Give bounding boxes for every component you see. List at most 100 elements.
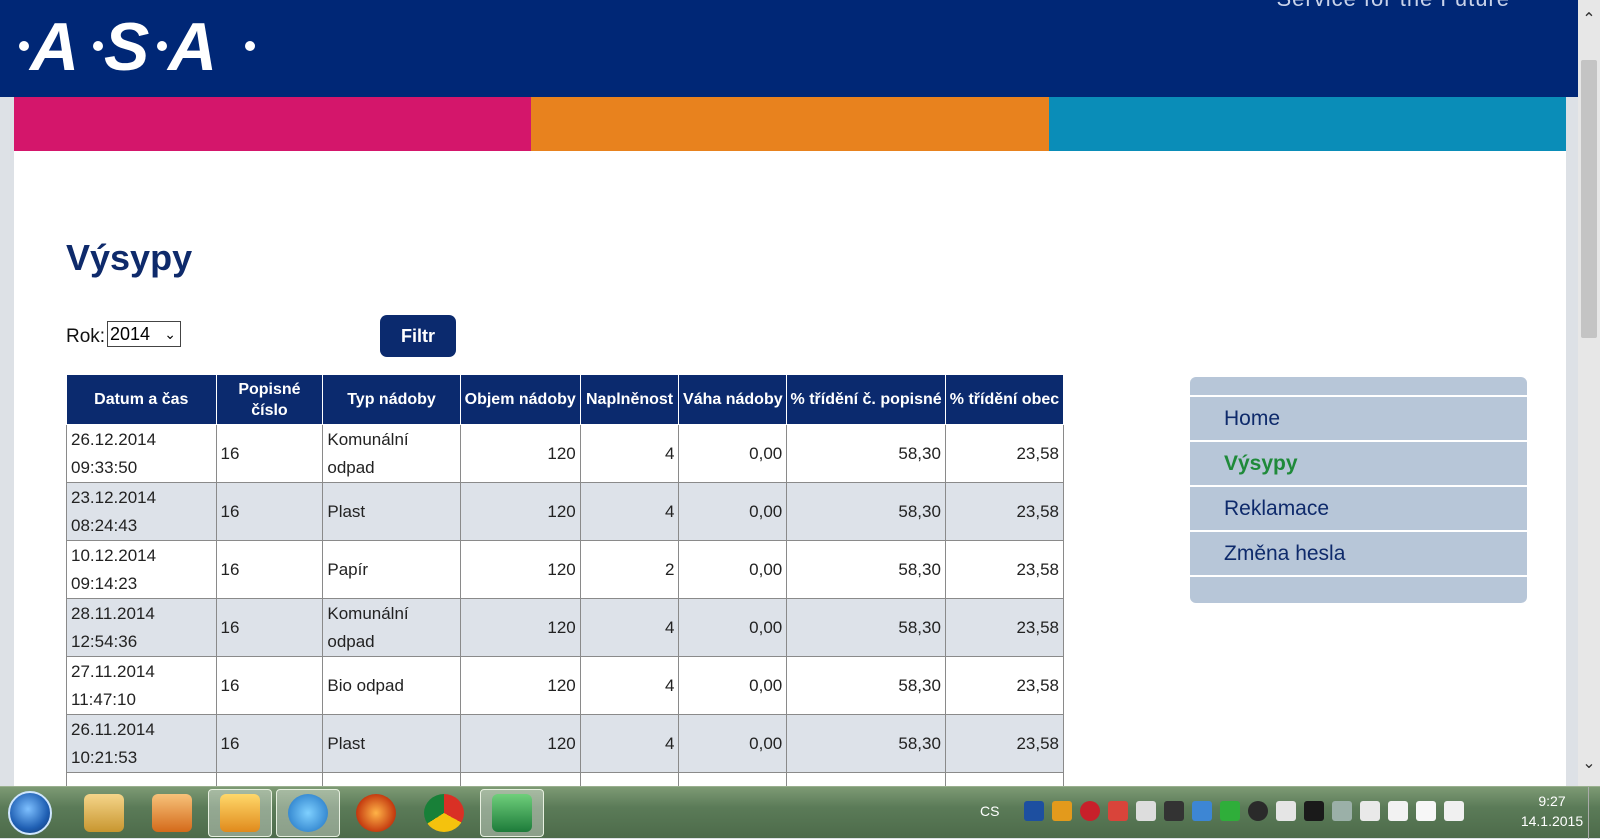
tray-app-icon[interactable] — [1136, 801, 1156, 821]
table-cell: 23,58 — [944, 598, 1065, 657]
svg-text:A: A — [166, 9, 217, 80]
language-indicator[interactable]: CS — [980, 803, 999, 819]
tray-app-icon[interactable] — [1192, 801, 1212, 821]
table-cell — [786, 772, 946, 786]
table-cell: Plast — [322, 482, 461, 541]
internet-explorer-icon — [288, 794, 328, 832]
dumps-table: Datum a čas Popisné číslo Typ nádoby Objem … — [66, 374, 1065, 786]
flag-icon[interactable] — [1360, 801, 1380, 821]
tray-wifi-icon[interactable] — [1220, 801, 1240, 821]
taskbar-explorer[interactable] — [72, 789, 136, 837]
table-cell: 23,58 — [944, 656, 1065, 715]
asa-logo[interactable]: A S A — [10, 4, 270, 80]
table-cell: 0,00 — [678, 482, 788, 541]
table-cell: 120 — [459, 714, 581, 773]
table-cell: 14.11.2014 — [66, 772, 217, 786]
table-cell: 16 — [215, 424, 324, 483]
taskbar-excel[interactable] — [480, 789, 544, 837]
table-cell: 16 — [215, 482, 324, 541]
table-row: 14.11.2014 Komunální — [66, 772, 1065, 786]
taskbar-outlook[interactable] — [208, 789, 272, 837]
bluetooth-icon[interactable] — [1304, 801, 1324, 821]
tray-app-icon[interactable] — [1108, 801, 1128, 821]
table-cell: 120 — [459, 424, 581, 483]
table-cell: 120 — [459, 482, 581, 541]
table-cell: 120 — [459, 540, 581, 599]
table-cell: 58,30 — [786, 424, 946, 483]
table-cell: 23,58 — [944, 714, 1065, 773]
year-select[interactable]: 2014 ⌄ — [107, 321, 181, 347]
scroll-down-icon[interactable]: ⌄ — [1578, 752, 1600, 774]
column-header: Naplněnost — [579, 374, 680, 425]
taskbar-chrome[interactable] — [412, 789, 476, 837]
table-cell: 16 — [215, 714, 324, 773]
sidebar-item-home[interactable]: Home — [1190, 397, 1527, 442]
table-cell — [215, 772, 324, 786]
table-cell — [944, 772, 1065, 786]
table-cell — [678, 772, 788, 786]
windows-taskbar: CS 9:27 14.1.2015 — [0, 786, 1600, 839]
taskbar-internet-explorer[interactable] — [276, 789, 340, 837]
year-select-value: 2014 — [110, 323, 151, 344]
volume-icon[interactable] — [1444, 801, 1464, 821]
table-cell: 26.11.2014 10:21:53 — [66, 714, 217, 773]
sidebar-item-výsypy[interactable]: Výsypy — [1190, 442, 1527, 487]
table-cell: 4 — [579, 598, 680, 657]
color-stripes — [14, 97, 1566, 151]
taskbar-clock[interactable]: 9:27 14.1.2015 — [1520, 791, 1584, 831]
tray-app-icon[interactable] — [1332, 801, 1352, 821]
table-cell: Bio odpad — [322, 656, 461, 715]
table-cell: 0,00 — [678, 656, 788, 715]
filter-button[interactable]: Filtr — [380, 315, 456, 357]
battery-icon[interactable] — [1388, 801, 1408, 821]
page-title: Výsypy — [66, 237, 193, 278]
table-cell: 0,00 — [678, 714, 788, 773]
clock-date: 14.1.2015 — [1520, 813, 1584, 829]
vertical-scrollbar[interactable]: ⌃ ⌄ — [1578, 0, 1600, 786]
stripe-orange — [531, 97, 1049, 151]
outlook-icon — [220, 794, 260, 832]
table-cell: 2 — [579, 540, 680, 599]
firefox-icon — [356, 794, 396, 832]
sidebar-item-reklamace[interactable]: Reklamace — [1190, 487, 1527, 532]
column-header: Váha nádoby — [678, 374, 788, 425]
tray-clock-icon[interactable] — [1080, 801, 1100, 821]
tray-monitor-icon[interactable] — [1276, 801, 1296, 821]
table-cell: 16 — [215, 656, 324, 715]
scrollbar-thumb[interactable] — [1581, 60, 1597, 338]
table-cell: 28.11.2014 12:54:36 — [66, 598, 217, 657]
tray-app-icon[interactable] — [1052, 801, 1072, 821]
table-row: 10.12.2014 09:14:23 16 Papír 120 2 0,00 58,30 23… — [66, 540, 1065, 599]
year-label: Rok: — [66, 326, 106, 347]
table-row: 26.11.2014 10:21:53 16 Plast 120 4 0,00 58,30 23… — [66, 714, 1065, 773]
table-cell: 23,58 — [944, 482, 1065, 541]
column-header: Popisné číslo — [215, 374, 324, 425]
taskbar-firefox[interactable] — [344, 789, 408, 837]
signal-icon[interactable] — [1416, 801, 1436, 821]
show-desktop-button[interactable] — [1588, 787, 1600, 839]
taskbar-media-player[interactable] — [140, 789, 204, 837]
table-cell: 4 — [579, 482, 680, 541]
site-header: Service for the Future A S A — [0, 0, 1578, 97]
table-cell: 0,00 — [678, 598, 788, 657]
table-cell: 58,30 — [786, 598, 946, 657]
scroll-up-icon[interactable]: ⌃ — [1578, 8, 1600, 30]
column-header: % třídění obec — [944, 374, 1065, 425]
table-cell: 58,30 — [786, 714, 946, 773]
table-row: 28.11.2014 12:54:36 16 Komunální odpad 120 4 0,… — [66, 598, 1065, 657]
chrome-icon — [424, 794, 464, 832]
start-button[interactable] — [8, 791, 52, 835]
table-cell: 58,30 — [786, 482, 946, 541]
tray-app-icon[interactable] — [1024, 801, 1044, 821]
tray-app-icon[interactable] — [1164, 801, 1184, 821]
tray-app-icon[interactable] — [1248, 801, 1268, 821]
table-cell: 26.12.2014 09:33:50 — [66, 424, 217, 483]
table-row: 26.12.2014 09:33:50 16 Komunální odpad 120 4 0,… — [66, 424, 1065, 483]
main-content: Výsypy Rok: 2014 ⌄ Filtr Datum a čas Popi… — [14, 151, 1566, 786]
table-cell: 27.11.2014 11:47:10 — [66, 656, 217, 715]
chevron-down-icon: ⌄ — [164, 325, 176, 342]
explorer-icon — [84, 794, 124, 832]
clock-time: 9:27 — [1538, 793, 1566, 809]
table-cell: 23,58 — [944, 540, 1065, 599]
sidebar-item-změna-hesla[interactable]: Změna hesla — [1190, 532, 1527, 577]
